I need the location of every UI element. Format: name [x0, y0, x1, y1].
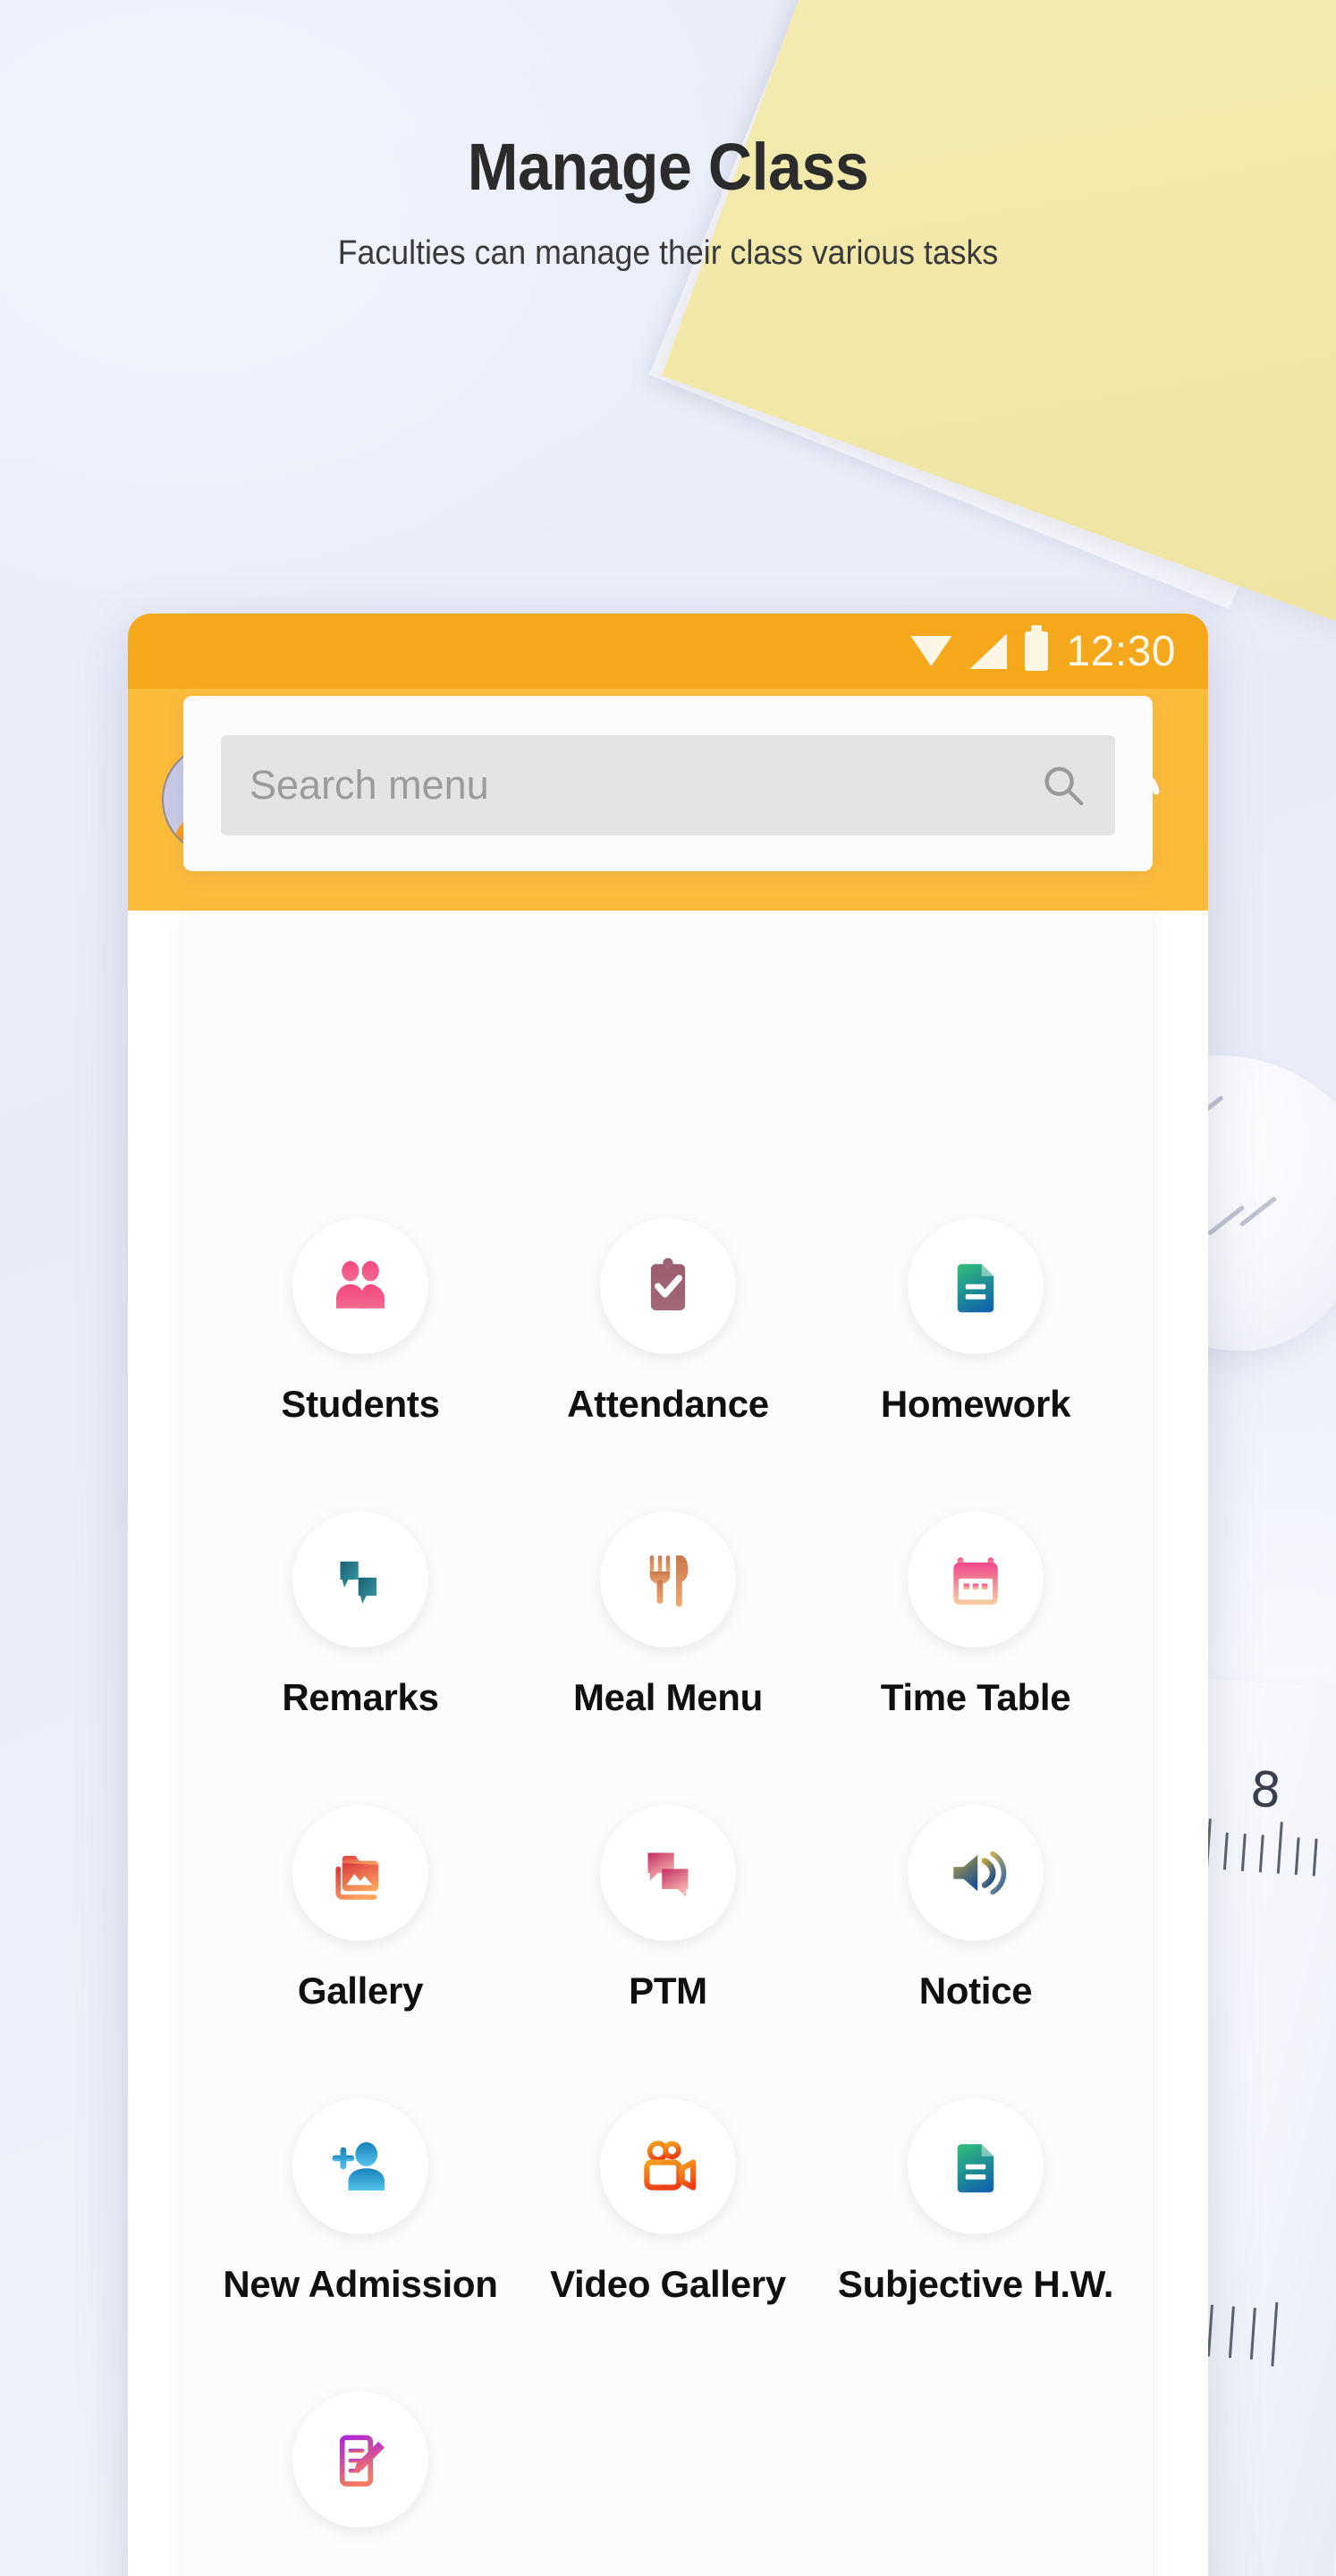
menu-icon-bubble: [600, 1512, 736, 1648]
menu-item-remarks[interactable]: Remarks: [207, 1512, 514, 1719]
notepad-pencil-icon: [339, 2435, 385, 2487]
menu-item-new-admission[interactable]: New Admission: [207, 2098, 514, 2306]
document-icon: [957, 2144, 994, 2193]
phone-content: Students Attendance Homework Remarks Mea…: [128, 696, 1208, 2576]
search-card: Search menu: [183, 696, 1153, 871]
clipboard-check-icon: [650, 1258, 686, 1310]
menu-item-label: New Admission: [223, 2263, 498, 2305]
menu-icon-bubble: [600, 2098, 736, 2234]
wifi-icon: [910, 636, 952, 666]
menu-item-label: Attendance: [567, 1383, 769, 1425]
status-bar: 12:30: [128, 614, 1208, 689]
menu-item-homework[interactable]: Homework: [822, 1218, 1129, 1426]
search-placeholder: Search menu: [249, 762, 489, 808]
menu-icon-bubble: [292, 2098, 428, 2234]
quotes-icon: [340, 1561, 376, 1604]
menu-item-label: Remarks: [282, 1676, 439, 1718]
menu-item-label: Subjective H.W.: [837, 2263, 1114, 2305]
menu-icon-bubble: [600, 1218, 736, 1354]
menu-icon-bubble: [908, 1512, 1044, 1648]
menu-item-label: Meal Menu: [573, 1676, 763, 1718]
menu-icon-bubble: [908, 1805, 1044, 1941]
menu-icon-bubble: [908, 1218, 1044, 1354]
status-bar-time: 12:30: [1066, 627, 1176, 675]
photo-folder-icon: [335, 1855, 379, 1900]
menu-item-notice[interactable]: Notice: [822, 1805, 1129, 2012]
menu-icon-bubble: [292, 1218, 428, 1354]
page-title: Manage Class: [467, 130, 869, 204]
people-icon: [336, 1260, 385, 1309]
menu-icon-bubble: [292, 2392, 428, 2528]
menu-grid: Students Attendance Homework Remarks Mea…: [183, 1125, 1153, 2556]
search-input[interactable]: Search menu: [221, 735, 1115, 835]
document-icon: [957, 1264, 994, 1313]
menu-item-label: Gallery: [297, 1970, 424, 2012]
menu-item-subjective-homework[interactable]: Subjective H.W.: [822, 2098, 1129, 2306]
menu-item-gallery[interactable]: Gallery: [207, 1805, 514, 2012]
menu-item-time-table[interactable]: Time Table: [822, 1512, 1129, 1719]
menu-item-label: PTM: [629, 1970, 707, 2012]
phone-mockup: 12:30 Vaibhav Desai Divine Child Interna…: [128, 614, 1208, 2576]
calendar-icon: [953, 1557, 998, 1606]
menu-panel: Students Attendance Homework Remarks Mea…: [183, 911, 1153, 2576]
menu-icon-bubble: [600, 1805, 736, 1941]
menu-icon-bubble: [292, 1805, 428, 1941]
menu-icon-bubble: [908, 2098, 1044, 2234]
menu-item-label: Notice: [918, 1970, 1033, 2012]
signal-icon: [969, 633, 1008, 669]
search-icon[interactable]: [1038, 760, 1088, 810]
menu-item-attendance[interactable]: Attendance: [514, 1218, 822, 1426]
fork-knife-icon: [649, 1555, 689, 1607]
headline-block: Manage Class Faculties can manage their …: [0, 134, 1336, 273]
menu-item-video-gallery[interactable]: Video Gallery: [514, 2098, 822, 2306]
menu-item-label: Video Gallery: [550, 2263, 786, 2305]
chat-bubbles-icon: [647, 1852, 689, 1897]
menu-item-label: Homework: [880, 1383, 1071, 1425]
menu-item-label: Time Table: [880, 1676, 1071, 1718]
speaker-icon: [953, 1851, 1007, 1895]
menu-item-students[interactable]: Students: [207, 1218, 514, 1426]
page-subtitle: Faculties can manage their class various…: [337, 234, 999, 272]
video-camera-icon: [644, 2140, 697, 2190]
ruler-number: 8: [1248, 1760, 1283, 1819]
menu-icon-bubble: [292, 1512, 428, 1648]
menu-item-meal-menu[interactable]: Meal Menu: [514, 1512, 822, 1719]
menu-item-ptm[interactable]: PTM: [514, 1805, 822, 2012]
menu-item-label: Students: [281, 1383, 440, 1425]
battery-icon: [1025, 631, 1049, 671]
menu-item-notepad[interactable]: [207, 2392, 514, 2556]
person-add-icon: [332, 2142, 385, 2190]
